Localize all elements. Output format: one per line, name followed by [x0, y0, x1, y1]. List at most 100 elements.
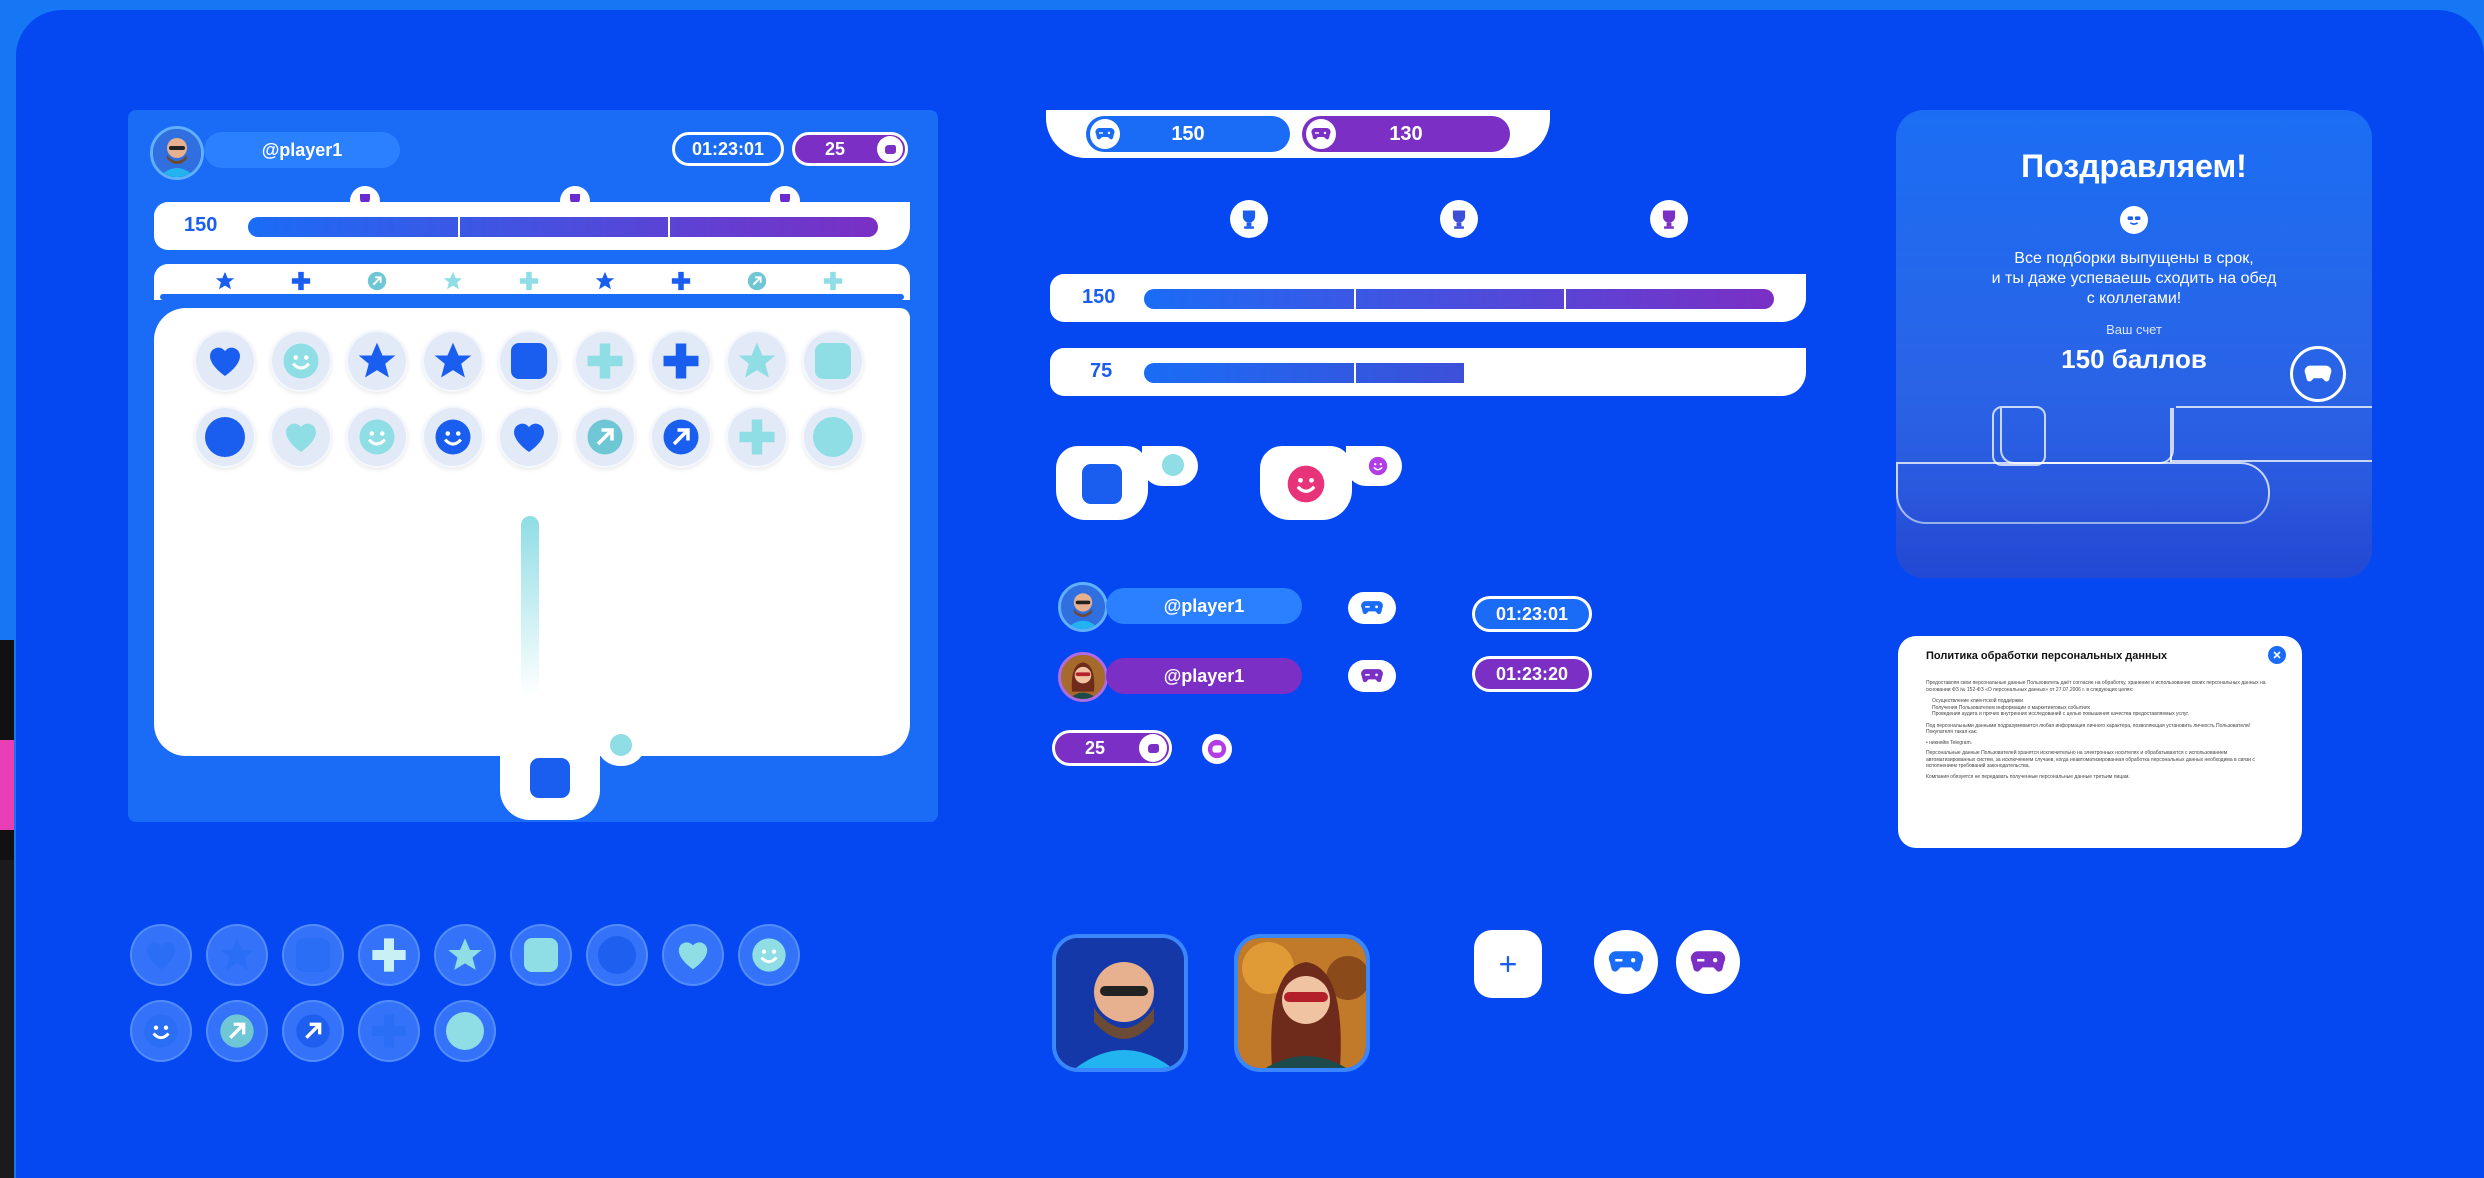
points-value: 25: [825, 138, 846, 159]
next-piece-hook: [1346, 446, 1402, 486]
add-button[interactable]: +: [1474, 930, 1542, 998]
gamepad-button[interactable]: [1676, 930, 1740, 994]
player-b-score: 130: [1389, 122, 1423, 145]
cell-arrow[interactable]: [650, 406, 712, 468]
arrow-circle-icon: [364, 268, 390, 294]
congrats-message-line3: с коллегами!: [2086, 290, 2182, 307]
policy-para3: • никнейм Telegram.: [1926, 739, 1972, 746]
avatar[interactable]: [1058, 652, 1108, 702]
congrats-card: Поздравляем! Все подборки выпущены в сро…: [1896, 110, 2372, 578]
congrats-message-line1: Все подборки выпущены в срок,: [2014, 250, 2254, 267]
tile-circle[interactable]: [586, 924, 648, 986]
cell-plus[interactable]: [574, 330, 636, 392]
cell-smile[interactable]: [270, 330, 332, 392]
policy-title: Политика обработки персональных данных: [1926, 650, 2168, 662]
plus-icon: [668, 268, 694, 294]
strip-line: [160, 294, 904, 300]
gamepad-icon: [1348, 592, 1396, 624]
congrats-title: Поздравляем!: [2021, 148, 2247, 184]
drop-guide: [521, 516, 539, 696]
tile-plus[interactable]: [358, 1000, 420, 1062]
gamepad-button[interactable]: [2290, 346, 2346, 402]
progress-fill: [248, 217, 878, 237]
square-icon: [815, 343, 851, 379]
cell-arrow[interactable]: [574, 406, 636, 468]
plus-icon: [516, 268, 542, 294]
tile-arrow[interactable]: [206, 1000, 268, 1062]
next-piece-square: [1082, 464, 1122, 504]
cell-smile[interactable]: [346, 406, 408, 468]
policy-para2: Под персональными данными подразумеваетс…: [1926, 722, 2250, 736]
divider: [668, 217, 670, 237]
avatar-large[interactable]: [1234, 934, 1370, 1072]
star-icon: [440, 268, 466, 294]
policy-para5: Компания обязуется не передавать получен…: [1926, 773, 2130, 780]
circle-icon: [205, 417, 245, 457]
gamepad-icon: [1608, 951, 1644, 972]
divider: [458, 217, 460, 237]
cell-square[interactable]: [802, 330, 864, 392]
avatar-woman-image: [1061, 655, 1105, 699]
tile-star[interactable]: [434, 924, 496, 986]
fist-icon: [1202, 734, 1232, 764]
username-pill[interactable]: @player1: [1106, 588, 1302, 624]
decor-line: [2170, 460, 2372, 462]
next-piece-square: [530, 758, 570, 798]
cell-circle[interactable]: [802, 406, 864, 468]
tile-star[interactable]: [206, 924, 268, 986]
policy-para1: Предоставляя свои персональные данные По…: [1926, 680, 2266, 693]
game-panel: @player1 01:23:01 25 150: [128, 110, 938, 822]
tile-smile[interactable]: [738, 924, 800, 986]
cell-circle[interactable]: [194, 406, 256, 468]
tile-arrow[interactable]: [282, 1000, 344, 1062]
policy-item: Проведения аудита и прочих внутренних ис…: [1932, 711, 2190, 717]
tile-heart[interactable]: [130, 924, 192, 986]
progress-score: 150: [1082, 286, 1116, 308]
decor-pattern: [1896, 490, 2372, 578]
avatar-large[interactable]: [1052, 934, 1188, 1072]
gamepad-icon: [1306, 119, 1336, 149]
points-value: 25: [1085, 737, 1106, 758]
close-icon[interactable]: [2268, 646, 2286, 664]
cell-heart[interactable]: [270, 406, 332, 468]
cell-star[interactable]: [422, 330, 484, 392]
design-canvas: @player1 01:23:01 25 150 150 130 150 75 …: [16, 10, 2484, 1178]
avatar[interactable]: [1058, 582, 1108, 632]
tile-circle[interactable]: [434, 1000, 496, 1062]
versus-header: 150 130: [1046, 110, 1550, 158]
gamepad-icon: [2304, 365, 2332, 382]
username-pill[interactable]: @player1: [1106, 658, 1302, 694]
cell-smile[interactable]: [422, 406, 484, 468]
tile-square[interactable]: [510, 924, 572, 986]
progress-score: 75: [1090, 360, 1113, 382]
edge-decor: [0, 740, 14, 830]
decor-line: [2176, 406, 2372, 408]
decor-line: [2170, 408, 2172, 462]
cell-plus[interactable]: [650, 330, 712, 392]
cell-star[interactable]: [726, 330, 788, 392]
cell-star[interactable]: [346, 330, 408, 392]
next-piece-holder: [500, 740, 600, 820]
tile-heart[interactable]: [662, 924, 724, 986]
fist-icon: [877, 136, 903, 162]
tile-plus[interactable]: [358, 924, 420, 986]
cell-heart[interactable]: [194, 330, 256, 392]
avatar-bald-man-image: [1061, 585, 1105, 629]
square-icon: [296, 938, 330, 972]
cell-plus[interactable]: [726, 406, 788, 468]
plus-icon: [288, 268, 314, 294]
cell-square[interactable]: [498, 330, 560, 392]
tile-square[interactable]: [282, 924, 344, 986]
next-piece-bubble: [610, 734, 632, 756]
circle-icon: [598, 936, 636, 974]
trophy-icon: [1230, 200, 1268, 238]
username-pill[interactable]: @player1: [204, 132, 400, 168]
gamepad-button[interactable]: [1594, 930, 1658, 994]
smile-icon: [1366, 454, 1390, 478]
cell-heart[interactable]: [498, 406, 560, 468]
tile-smile[interactable]: [130, 1000, 192, 1062]
avatar[interactable]: [150, 126, 204, 180]
arrow-circle-icon: [744, 268, 770, 294]
circle-icon: [446, 1012, 484, 1050]
policy-body: Предоставляя свои персональные данные По…: [1926, 680, 2276, 780]
